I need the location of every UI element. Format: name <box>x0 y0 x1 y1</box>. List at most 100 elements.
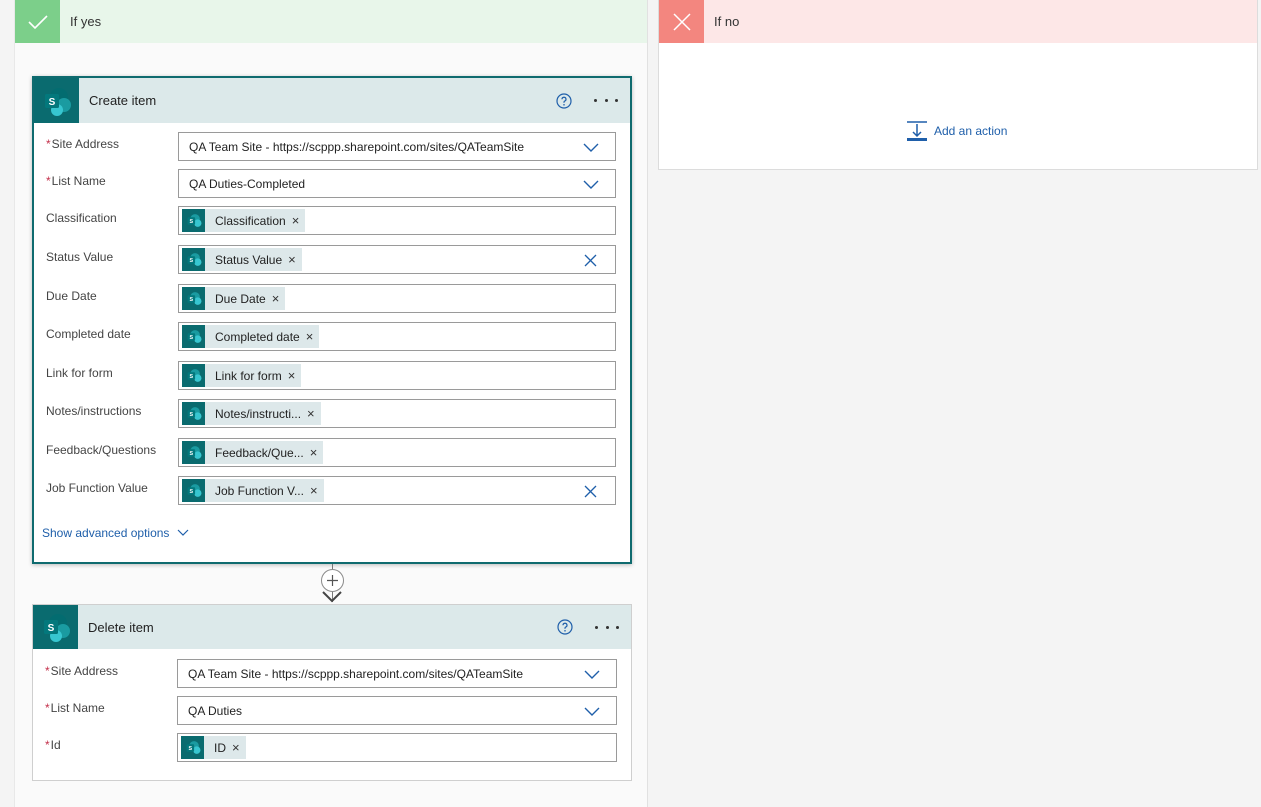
field-due-date: Due Date S Due Date × <box>34 284 630 314</box>
svg-text:S: S <box>189 297 193 303</box>
field-feedback-questions: Feedback/Questions S Feedback/Que... × <box>34 438 630 468</box>
sharepoint-icon: S <box>182 479 205 502</box>
token-label: Due Date <box>215 291 266 306</box>
field-link-for-form: Link for form S Link for form × <box>34 361 630 391</box>
dynamic-content-token[interactable]: S Classification × <box>182 209 306 232</box>
help-icon[interactable] <box>557 619 573 635</box>
if-yes-header[interactable]: If yes <box>15 0 647 43</box>
create-item-title: Create item <box>89 93 157 108</box>
dynamic-content-token[interactable]: S Notes/instructi... × <box>182 402 321 425</box>
delete-item-card: S Delete item *Site Address QA Team Site… <box>32 604 632 781</box>
field-label: Status Value <box>46 250 114 264</box>
field-status-value: Status Value S Status Value × <box>34 245 630 275</box>
sharepoint-icon: S <box>33 605 78 649</box>
dynamic-content-token[interactable]: S ID × <box>181 736 246 759</box>
remove-token-icon[interactable]: × <box>306 330 314 343</box>
remove-token-icon[interactable]: × <box>232 741 240 754</box>
dynamic-content-token[interactable]: S Due Date × <box>182 287 286 310</box>
sharepoint-icon: S <box>182 287 205 310</box>
chevron-down-icon[interactable] <box>583 178 599 190</box>
remove-token-icon[interactable]: × <box>292 214 300 227</box>
dynamic-content-token[interactable]: S Feedback/Que... × <box>182 441 324 464</box>
dynamic-content-token[interactable]: S Completed date × <box>182 325 320 348</box>
remove-token-icon[interactable]: × <box>310 446 318 459</box>
clear-icon[interactable] <box>584 485 597 498</box>
sharepoint-icon: S <box>182 364 205 387</box>
field-job-function-value: Job Function Value S Job Function V... × <box>34 476 630 506</box>
field-completed-date: Completed date S Completed date × <box>34 322 630 352</box>
field-value: QA Team Site - https://scppp.sharepoint.… <box>189 139 525 154</box>
token-label: Notes/instructi... <box>215 406 302 421</box>
field-label: Link for form <box>46 366 113 380</box>
field-id: *Id S ID × <box>33 733 631 763</box>
show-advanced-options-link[interactable]: Show advanced options <box>42 526 189 540</box>
sharepoint-icon: S <box>34 78 79 123</box>
if-yes-branch: If yes S Create item *Site Address QA Te… <box>14 0 648 807</box>
token-label: Feedback/Que... <box>215 445 304 460</box>
sharepoint-icon: S <box>181 736 204 759</box>
link-for-form-input[interactable]: S Link for form × <box>178 361 616 390</box>
chevron-down-icon[interactable] <box>584 705 600 717</box>
token-label: ID <box>214 740 226 755</box>
site-address-dropdown[interactable]: QA Team Site - https://scppp.sharepoint.… <box>178 132 616 161</box>
dynamic-content-token[interactable]: S Link for form × <box>182 364 302 387</box>
if-yes-title: If yes <box>70 14 102 29</box>
delete-item-header[interactable]: S Delete item <box>33 605 631 649</box>
field-label: *Site Address <box>45 664 119 678</box>
token-label: Job Function V... <box>215 483 304 498</box>
completed-date-input[interactable]: S Completed date × <box>178 322 616 351</box>
field-site-address: *Site Address QA Team Site - https://scp… <box>34 132 630 162</box>
id-input[interactable]: S ID × <box>177 733 617 762</box>
more-options-icon[interactable] <box>594 93 618 109</box>
more-options-icon[interactable] <box>595 619 619 635</box>
svg-text:S: S <box>189 374 193 380</box>
due-date-input[interactable]: S Due Date × <box>178 284 616 313</box>
svg-text:S: S <box>189 258 193 264</box>
remove-token-icon[interactable]: × <box>307 407 315 420</box>
svg-text:S: S <box>188 746 192 752</box>
classification-input[interactable]: S Classification × <box>178 206 616 235</box>
field-classification: Classification S Classification × <box>34 206 630 236</box>
list-name-dropdown[interactable]: QA Duties-Completed <box>178 169 616 198</box>
help-icon[interactable] <box>556 92 572 109</box>
clear-icon[interactable] <box>584 254 597 267</box>
field-label: *Id <box>45 738 61 752</box>
remove-token-icon[interactable]: × <box>288 253 296 266</box>
add-action-icon <box>907 121 927 141</box>
add-action-label: Add an action <box>934 124 1008 138</box>
svg-text:S: S <box>189 335 193 341</box>
remove-token-icon[interactable]: × <box>288 369 296 382</box>
close-icon <box>659 0 704 43</box>
site-address-dropdown[interactable]: QA Team Site - https://scppp.sharepoint.… <box>177 659 617 688</box>
dynamic-content-token[interactable]: S Job Function V... × <box>182 479 324 502</box>
field-site-address: *Site Address QA Team Site - https://scp… <box>33 659 631 689</box>
add-an-action-button[interactable]: Add an action <box>906 120 1007 142</box>
advanced-label: Show advanced options <box>42 526 170 540</box>
field-list-name: *List Name QA Duties-Completed <box>34 169 630 199</box>
field-value: QA Duties <box>188 703 243 718</box>
list-name-dropdown[interactable]: QA Duties <box>177 696 617 725</box>
status-value-input[interactable]: S Status Value × <box>178 245 616 274</box>
field-list-name: *List Name QA Duties <box>33 696 631 726</box>
field-notes-instructions: Notes/instructions S Notes/instructi... … <box>34 399 630 429</box>
create-item-header[interactable]: S Create item <box>34 78 630 123</box>
token-label: Completed date <box>215 329 300 344</box>
field-label: Feedback/Questions <box>46 443 157 457</box>
chevron-down-icon[interactable] <box>583 141 599 153</box>
sharepoint-letter: S <box>47 623 54 634</box>
token-label: Link for form <box>215 368 282 383</box>
notes-instructions-input[interactable]: S Notes/instructi... × <box>178 399 616 428</box>
remove-token-icon[interactable]: × <box>272 292 280 305</box>
chevron-down-icon <box>178 529 189 536</box>
job-function-value-input[interactable]: S Job Function V... × <box>178 476 616 505</box>
feedback-questions-input[interactable]: S Feedback/Que... × <box>178 438 616 467</box>
if-no-title: If no <box>714 14 740 29</box>
svg-text:S: S <box>189 219 193 225</box>
sharepoint-icon: S <box>182 441 205 464</box>
chevron-down-icon[interactable] <box>584 668 600 680</box>
insert-step-button[interactable] <box>321 569 344 592</box>
plus-icon <box>327 575 338 586</box>
remove-token-icon[interactable]: × <box>310 484 318 497</box>
dynamic-content-token[interactable]: S Status Value × <box>182 248 302 271</box>
if-no-header[interactable]: If no <box>659 0 1257 43</box>
